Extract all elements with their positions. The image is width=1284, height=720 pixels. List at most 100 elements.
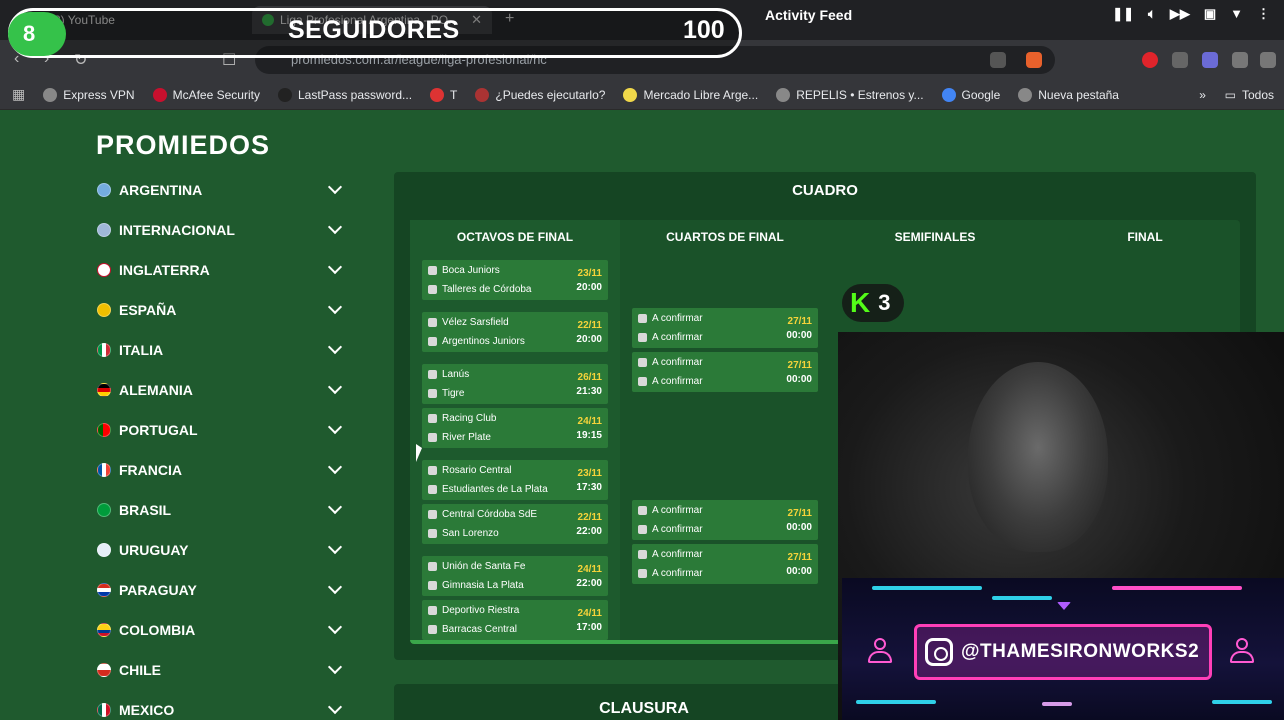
flag-icon: [97, 463, 111, 477]
match-card[interactable]: Central Córdoba SdE San Lorenzo 22/11 22:00: [422, 504, 608, 544]
home-team: Rosario Central: [428, 465, 511, 476]
team-name: A confirmar: [652, 505, 703, 516]
sidebar-item-espana[interactable]: ESPAÑA: [94, 290, 354, 330]
pause-icon[interactable]: ❚❚: [1112, 6, 1134, 22]
home-team: Boca Juniors: [428, 265, 500, 276]
match-time: 22:00: [576, 526, 602, 537]
match-card[interactable]: A confirmar A confirmar 27/11 00:00: [632, 352, 818, 392]
match-card[interactable]: Racing Club River Plate 24/11 19:15: [422, 408, 608, 448]
filter-icon[interactable]: ▼: [1230, 6, 1243, 22]
all-bookmarks[interactable]: » ▭ Todos: [1199, 88, 1274, 102]
match-time: 21:30: [576, 386, 602, 397]
bookmarks-bar: ▦ Express VPN McAfee Security LastPass p…: [0, 80, 1284, 110]
team-name: Central Córdoba SdE: [442, 509, 538, 520]
round-header: SEMIFINALES: [894, 230, 976, 244]
team-crest-icon: [428, 370, 437, 379]
match-card[interactable]: Rosario Central Estudiantes de La Plata 23…: [422, 460, 608, 500]
bookmark[interactable]: Google: [941, 87, 1000, 102]
neon-decoration: [1042, 702, 1072, 706]
share-icon[interactable]: [990, 52, 1006, 68]
match-card[interactable]: Lanús Tigre 26/11 21:30: [422, 364, 608, 404]
clausura-title: CLAUSURA: [599, 700, 689, 717]
sidebar-item-argentina[interactable]: ARGENTINA: [94, 170, 354, 210]
home-team: Deportivo Riestra: [428, 605, 519, 616]
screen: (8) YouTube Liga Profesional Argentina -…: [0, 0, 1284, 720]
sidebar-item-uruguay[interactable]: URUGUAY: [94, 530, 354, 570]
home-team: Racing Club: [428, 413, 496, 424]
more-icon[interactable]: ⋮: [1257, 6, 1270, 22]
volume-icon[interactable]: 🔈︎: [1148, 6, 1156, 22]
user-icon: [1230, 638, 1254, 664]
team-name: A confirmar: [652, 376, 703, 387]
sidebar-item-colombia[interactable]: COLOMBIA: [94, 610, 354, 650]
match-card[interactable]: Unión de Santa Fe Gimnasia La Plata 24/11 2…: [422, 556, 608, 596]
match-card[interactable]: A confirmar A confirmar 27/11 00:00: [632, 308, 818, 348]
bookmark[interactable]: LastPass password...: [277, 87, 412, 102]
match-card[interactable]: A confirmar A confirmar 27/11 00:00: [632, 500, 818, 540]
team-crest-icon: [428, 389, 437, 398]
extension-icon[interactable]: [1142, 52, 1158, 68]
match-card[interactable]: Boca Juniors Talleres de Córdoba 23/11 20:0…: [422, 260, 608, 300]
match-date: 23/11: [577, 268, 602, 279]
sidebar-item-alemania[interactable]: ALEMANIA: [94, 370, 354, 410]
round-header: FINAL: [1127, 230, 1163, 244]
puzzle-icon[interactable]: [1232, 52, 1248, 68]
sidebar-item-paraguay[interactable]: PARAGUAY: [94, 570, 354, 610]
team-crest-icon: [638, 506, 647, 515]
chevron-down-icon: [327, 499, 343, 515]
flag-icon: [97, 343, 111, 357]
extension-icon[interactable]: [1202, 52, 1218, 68]
apps-grid-icon[interactable]: ▦: [12, 86, 25, 103]
chevron-down-icon: [327, 699, 343, 715]
away-team: Barracas Central: [428, 624, 517, 635]
team-crest-icon: [428, 433, 437, 442]
sidebar-item-francia[interactable]: FRANCIA: [94, 450, 354, 490]
match-card[interactable]: Vélez Sarsfield Argentinos Juniors 22/11 20…: [422, 312, 608, 352]
home-team: A confirmar: [638, 357, 703, 368]
team-crest-icon: [428, 510, 437, 519]
trash-icon[interactable]: ▣: [1204, 6, 1216, 22]
brave-icon[interactable]: [1026, 52, 1042, 68]
bookmark[interactable]: Express VPN: [43, 87, 135, 102]
bookmark[interactable]: REPELIS • Estrenos y...: [776, 87, 924, 102]
bookmark[interactable]: T: [430, 87, 457, 102]
neon-decoration: [1212, 700, 1272, 704]
sidebar-item-brasil[interactable]: BRASIL: [94, 490, 354, 530]
away-team: Gimnasia La Plata: [428, 580, 524, 591]
bookmark[interactable]: Mercado Libre Arge...: [623, 87, 758, 102]
team-name: Gimnasia La Plata: [442, 580, 524, 591]
bookmark[interactable]: Nueva pestaña: [1018, 87, 1119, 102]
match-card[interactable]: Deportivo Riestra Barracas Central 24/11 17…: [422, 600, 608, 640]
bookmark[interactable]: McAfee Security: [152, 87, 260, 102]
bookmark-icon: [776, 87, 791, 102]
team-crest-icon: [428, 337, 437, 346]
flag-icon: [97, 703, 111, 717]
sidebar-item-chile[interactable]: CHILE: [94, 650, 354, 690]
sidebar-item-portugal[interactable]: PORTUGAL: [94, 410, 354, 450]
away-team: Argentinos Juniors: [428, 336, 525, 347]
away-team: Talleres de Córdoba: [428, 284, 532, 295]
sidebar-item-internacional[interactable]: INTERNACIONAL: [94, 210, 354, 250]
promiedos-logo[interactable]: PROMIEDOS: [96, 130, 270, 161]
bookmark[interactable]: ¿Puedes ejecutarlo?: [475, 87, 605, 102]
extension-icon[interactable]: [1172, 52, 1188, 68]
sidebar-icon[interactable]: [1260, 52, 1276, 68]
match-card[interactable]: A confirmar A confirmar 27/11 00:00: [632, 544, 818, 584]
team-crest-icon: [638, 569, 647, 578]
skip-icon[interactable]: ▶▶: [1170, 6, 1190, 22]
team-name: Vélez Sarsfield: [442, 317, 509, 328]
sidebar-item-mexico[interactable]: MEXICO: [94, 690, 354, 720]
sidebar-item-inglaterra[interactable]: INGLATERRA: [94, 250, 354, 290]
home-team: A confirmar: [638, 549, 703, 560]
match-time: 19:15: [576, 430, 602, 441]
activity-feed-title: Activity Feed: [765, 7, 853, 23]
chevron-down-icon: [327, 579, 343, 595]
home-team: A confirmar: [638, 505, 703, 516]
chevron-down-icon: [327, 259, 343, 275]
country-sidebar: ARGENTINA INTERNACIONAL INGLATERRA ESPAÑ…: [94, 170, 354, 720]
flag-icon: [97, 583, 111, 597]
neon-decoration: [1112, 586, 1242, 590]
sidebar-item-italia[interactable]: ITALIA: [94, 330, 354, 370]
more-icon: »: [1199, 87, 1206, 102]
team-crest-icon: [638, 377, 647, 386]
